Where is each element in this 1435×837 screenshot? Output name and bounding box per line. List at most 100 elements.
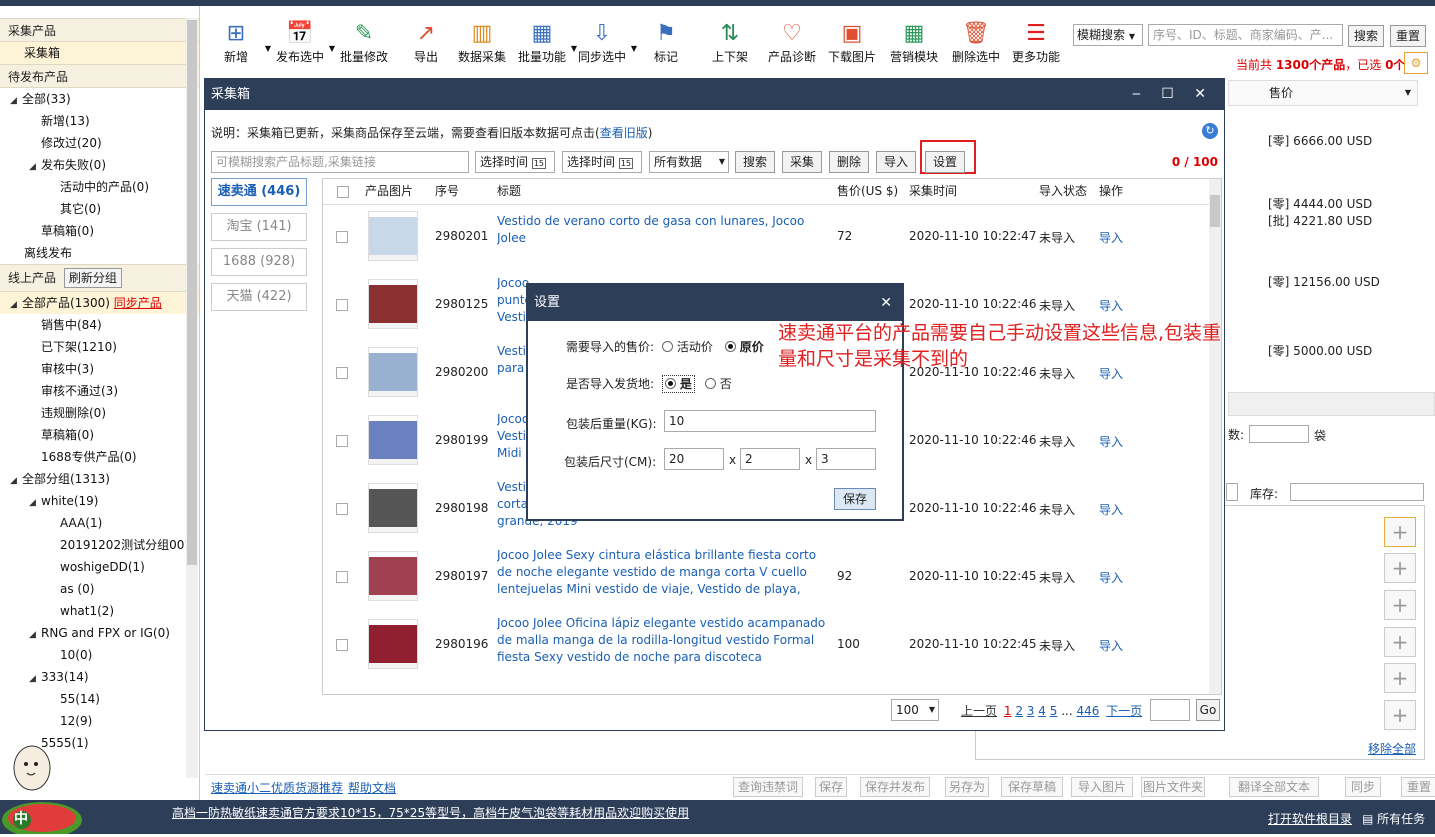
row-import-link[interactable]: 导入 xyxy=(1099,297,1123,314)
toolbar-button[interactable]: ⚑ 标记 xyxy=(635,20,697,65)
open-root-dir-link[interactable]: 打开软件根目录 xyxy=(1268,810,1352,827)
toolbar-button[interactable]: 🗑 删除选中 xyxy=(945,20,1007,65)
page-number-input[interactable] xyxy=(1150,699,1190,721)
weight-input[interactable]: 10 xyxy=(664,410,876,432)
page-size-select[interactable]: 100 ▼ xyxy=(891,699,939,721)
table-row[interactable]: 2980197 Jocoo Jolee Sexy cintura elástica… xyxy=(323,548,1208,617)
import-button[interactable]: 导入 xyxy=(876,151,916,173)
date-picker-start[interactable]: 选择时间 15 xyxy=(475,151,555,173)
product-thumbnail[interactable] xyxy=(368,347,418,397)
platform-tab[interactable]: 1688 (928) xyxy=(211,248,307,276)
expand-icon[interactable]: ◢ xyxy=(29,156,41,178)
bottom-action-button[interactable]: 图片文件夹 xyxy=(1141,777,1205,797)
next-page-link[interactable]: 下一页 xyxy=(1106,704,1142,718)
expand-icon[interactable]: ◢ xyxy=(10,470,22,492)
platform-tab[interactable]: 天猫 (422) xyxy=(211,283,307,311)
expand-icon[interactable]: ◢ xyxy=(10,90,22,112)
toolbar-button[interactable]: ⇩ 同步选中 ▼ xyxy=(571,20,637,65)
toolbar-button[interactable]: ✎ 批量修改 xyxy=(333,20,395,65)
search-input[interactable]: 序号、ID、标题、商家编码、产... xyxy=(1148,24,1343,46)
bottom-action-button[interactable]: 查询违禁词 xyxy=(733,777,803,797)
toolbar-button[interactable]: ▥ 数据采集 xyxy=(451,20,513,65)
row-checkbox[interactable] xyxy=(336,571,348,583)
search-mode-select[interactable]: 模糊搜索 ▼ xyxy=(1073,24,1143,46)
search-button[interactable]: 搜索 xyxy=(735,151,775,173)
expand-icon[interactable]: ◢ xyxy=(29,492,41,514)
height-input[interactable]: 3 xyxy=(816,448,876,470)
add-image-icon[interactable]: + xyxy=(1384,590,1416,620)
sidebar-tree-item[interactable]: 草稿箱(0) xyxy=(0,220,199,242)
length-input[interactable]: 20 xyxy=(664,448,724,470)
sidebar-tree-item[interactable]: 草稿箱(0) xyxy=(0,424,199,446)
row-checkbox[interactable] xyxy=(336,435,348,447)
sidebar-tree-item[interactable]: 审核不通过(3) xyxy=(0,380,199,402)
all-tasks-button[interactable]: ▤ 所有任务 xyxy=(1362,810,1425,827)
stock-input[interactable] xyxy=(1290,483,1424,501)
toolbar-button[interactable]: ⊞ 新增 ▼ xyxy=(205,20,271,65)
save-button[interactable]: 保存 xyxy=(834,488,876,510)
product-thumbnail[interactable] xyxy=(368,415,418,465)
row-title-link[interactable]: Jocoo Jolee Oficina lápiz elegante vesti… xyxy=(497,615,827,666)
refresh-icon[interactable]: ↻ xyxy=(1202,123,1218,139)
row-import-link[interactable]: 导入 xyxy=(1099,501,1123,518)
product-thumbnail[interactable] xyxy=(368,551,418,601)
bottom-action-button[interactable]: 保存并发布 xyxy=(860,777,930,797)
toolbar-button[interactable]: ▣ 下载图片 xyxy=(821,20,883,65)
sidebar-tree-item[interactable]: ◢ 发布失败(0) xyxy=(0,154,199,176)
delete-button[interactable]: 删除 xyxy=(829,151,869,173)
sidebar-tree-item[interactable]: ◢ white(19) xyxy=(0,490,199,512)
radio-original-price[interactable]: 原价 xyxy=(724,340,764,354)
row-import-link[interactable]: 导入 xyxy=(1099,569,1123,586)
page-link[interactable]: 3 xyxy=(1027,704,1035,718)
add-image-icon[interactable]: + xyxy=(1384,627,1416,657)
row-checkbox[interactable] xyxy=(336,299,348,311)
toolbar-button[interactable]: ☰ 更多功能 xyxy=(1005,20,1067,65)
sidebar-tree-item[interactable]: 20191202测试分组001 xyxy=(0,534,199,556)
add-image-icon[interactable]: + xyxy=(1384,553,1416,583)
prev-page-link[interactable]: 上一页 xyxy=(961,704,997,718)
radio-promo-price[interactable]: 活动价 xyxy=(661,340,713,354)
field-input[interactable] xyxy=(1226,483,1238,501)
sync-products-link[interactable]: 同步产品 xyxy=(114,296,162,310)
reset-button[interactable]: 重置 xyxy=(1390,25,1426,47)
sidebar-scroll-thumb[interactable] xyxy=(187,20,197,565)
window-controls[interactable]: ‒ ☐ ✕ xyxy=(1132,79,1214,110)
help-link[interactable]: 帮助文档 xyxy=(348,779,396,796)
filter-settings-icon[interactable]: ⚙ xyxy=(1404,52,1428,74)
width-input[interactable]: 2 xyxy=(740,448,800,470)
settings-button[interactable]: 设置 xyxy=(925,151,965,173)
product-thumbnail[interactable] xyxy=(368,211,418,261)
sidebar-tree-item[interactable]: what1(2) xyxy=(0,600,199,622)
sidebar-item-all-products[interactable]: ◢ 全部产品(1300) 同步产品 xyxy=(0,292,199,314)
product-search-input[interactable]: 可模糊搜索产品标题,采集链接 xyxy=(211,151,469,173)
go-button[interactable]: Go xyxy=(1196,699,1220,721)
add-image-icon[interactable]: + xyxy=(1384,517,1416,547)
search-button[interactable]: 搜索 xyxy=(1348,25,1384,47)
sidebar-tree-item[interactable]: ◢ 333(14) xyxy=(0,666,199,688)
collect-button[interactable]: 采集 xyxy=(782,151,822,173)
row-checkbox[interactable] xyxy=(336,503,348,515)
view-old-version-link[interactable]: 查看旧版 xyxy=(600,126,648,140)
refresh-group-button[interactable]: 刷新分组 xyxy=(63,268,122,288)
data-filter-select[interactable]: 所有数据 ▼ xyxy=(649,151,729,173)
product-thumbnail[interactable] xyxy=(368,619,418,669)
sidebar-tree-item[interactable]: 10(0) xyxy=(0,644,199,666)
toolbar-button[interactable]: 📅 发布选中 ▼ xyxy=(269,20,335,65)
product-thumbnail[interactable] xyxy=(368,279,418,329)
remove-all-link[interactable]: 移除全部 xyxy=(1368,740,1416,757)
sidebar-tree-item[interactable]: 其它(0) xyxy=(0,198,199,220)
ime-indicator[interactable]: 中 xyxy=(14,808,28,828)
bottom-action-button[interactable]: 另存为 xyxy=(945,777,989,797)
sidebar-tree-item[interactable]: 12(9) xyxy=(0,710,199,732)
row-import-link[interactable]: 导入 xyxy=(1099,637,1123,654)
date-picker-end[interactable]: 选择时间 15 xyxy=(562,151,642,173)
last-page-link[interactable]: 446 xyxy=(1076,704,1099,718)
sidebar-tree-item[interactable]: woshigeDD(1) xyxy=(0,556,199,578)
sidebar-tree-item[interactable]: 销售中(84) xyxy=(0,314,199,336)
sidebar-tree-item[interactable]: 活动中的产品(0) xyxy=(0,176,199,198)
sidebar-tree-item[interactable]: AAA(1) xyxy=(0,512,199,534)
page-link[interactable]: 5 xyxy=(1050,704,1058,718)
platform-tab[interactable]: 淘宝 (141) xyxy=(211,213,307,241)
sidebar-tree-item[interactable]: ◢ RNG and FPX or IG(0) xyxy=(0,622,199,644)
row-import-link[interactable]: 导入 xyxy=(1099,229,1123,246)
